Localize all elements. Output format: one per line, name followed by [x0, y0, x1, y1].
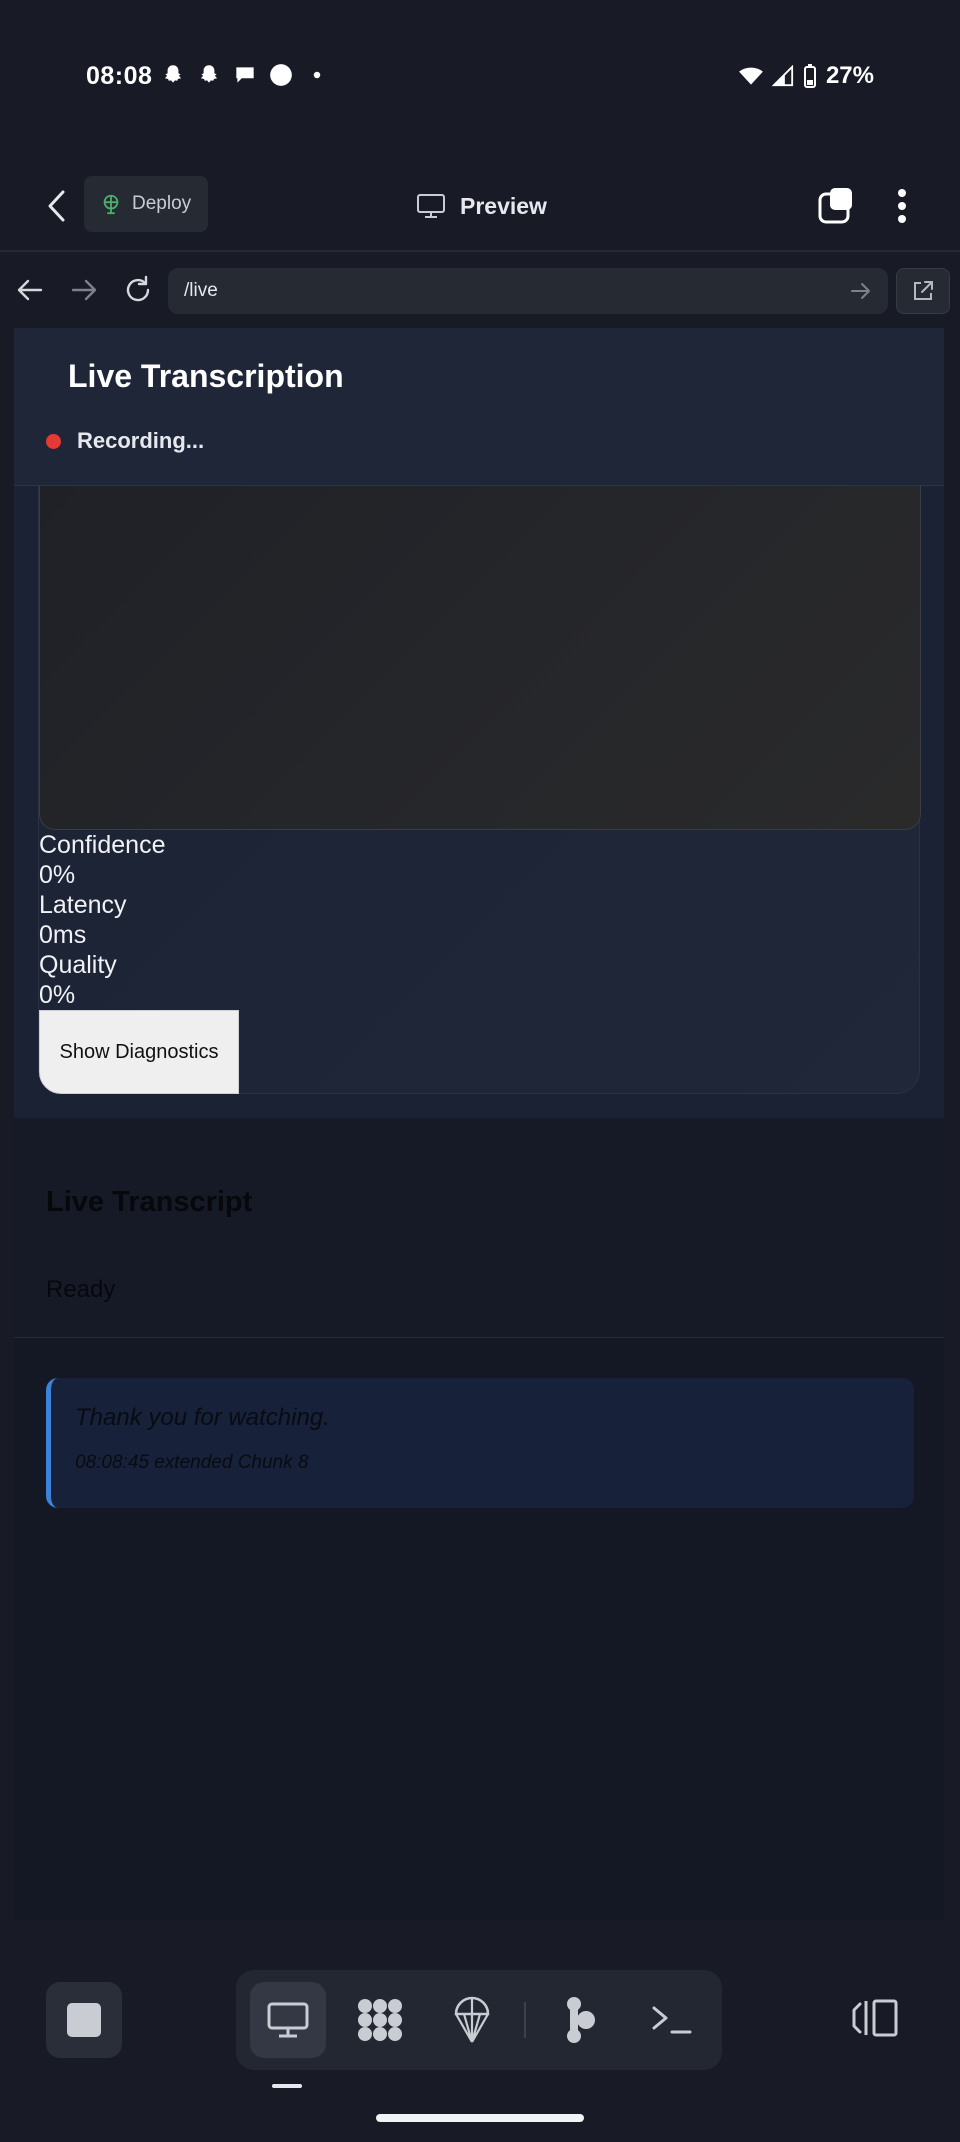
nav-terminal[interactable]: [634, 1982, 710, 2058]
browser-back-button[interactable]: [8, 266, 52, 314]
preview-icon: [267, 2002, 309, 2038]
transcript-entry: Thank you for watching. 08:08:45 extende…: [46, 1378, 914, 1508]
status-bar: 08:08 27%: [0, 0, 960, 155]
back-button[interactable]: [36, 182, 76, 230]
bottom-nav: [236, 1970, 722, 2070]
reload-button[interactable]: [116, 266, 160, 314]
recorder-section: Confidence 0% Latency 0ms Quality 0% Sho…: [14, 486, 944, 1118]
recording-status: Recording...: [77, 428, 205, 453]
panel-toggle-button[interactable]: [846, 1988, 906, 2048]
recording-dot-icon: [46, 433, 61, 449]
monitor-icon: [417, 194, 445, 218]
deploy-button[interactable]: Deploy: [84, 176, 208, 232]
terminal-icon: [652, 2006, 692, 2034]
notification-icons: [160, 62, 330, 88]
transcript-header: Live Transcript Ready: [14, 1118, 944, 1338]
web-preview: Live Transcription Recording... Confiden…: [14, 328, 944, 1920]
open-external-button[interactable]: [896, 268, 950, 314]
signal-icon: [771, 65, 794, 87]
transcript-status: Ready: [46, 1276, 116, 1303]
wifi-icon: [739, 67, 763, 85]
url-row: /live: [0, 262, 960, 318]
quality-label: Quality: [39, 951, 117, 979]
toolbar-divider: [0, 250, 960, 252]
show-diagnostics-button[interactable]: Show Diagnostics: [39, 1010, 239, 1094]
recording-indicator: Recording...: [46, 428, 204, 454]
status-time: 08:08: [86, 62, 153, 90]
latency-value: 0ms: [39, 921, 87, 949]
nav-agent[interactable]: [542, 1982, 618, 2058]
battery-icon: [803, 64, 816, 88]
circle-icon: [270, 64, 292, 86]
page-title: Live Transcription: [68, 358, 344, 394]
url-text: /live: [184, 280, 218, 301]
browser-forward-button[interactable]: [62, 266, 106, 314]
dot-icon: [313, 71, 321, 79]
nav-separator: [524, 2002, 526, 2038]
agent-icon: [567, 1997, 595, 2043]
app-toolbar: Deploy Preview: [0, 160, 960, 252]
transcript-title: Live Transcript: [46, 1186, 253, 1218]
stop-icon: [67, 2003, 101, 2037]
chat-icon: [236, 67, 254, 83]
page-header: Live Transcription Recording...: [14, 328, 944, 486]
reload-icon: [126, 275, 150, 302]
home-gesture-handle[interactable]: [376, 2114, 584, 2122]
confidence-value: 0%: [39, 861, 76, 889]
preview-title: Preview: [416, 182, 547, 230]
snapchat-icon: [200, 65, 218, 83]
preview-label: Preview: [460, 192, 547, 219]
snapchat-icon: [164, 65, 182, 83]
more-menu-button[interactable]: [880, 182, 924, 230]
transcript-entry-meta: 08:08:45 extended Chunk 8: [75, 1452, 309, 1473]
nav-preview[interactable]: [250, 1982, 326, 2058]
tabs-icon: [818, 188, 852, 224]
bottom-bar: [0, 1942, 960, 2142]
go-arrow-icon[interactable]: [848, 278, 874, 304]
status-right: 27%: [738, 62, 874, 90]
latency-label: Latency: [39, 891, 127, 919]
apps-icon: [358, 1999, 402, 2041]
deploy-icon: [454, 1996, 490, 2043]
confidence-label: Confidence: [39, 831, 166, 859]
visualizer-area: [39, 486, 921, 830]
stop-button[interactable]: [46, 1982, 122, 2058]
deploy-icon: [103, 194, 119, 215]
more-vert-icon: [898, 189, 906, 223]
split-view-icon: [852, 1999, 898, 2037]
transcript-entry-text: Thank you for watching.: [75, 1404, 330, 1431]
recorder-card: Confidence 0% Latency 0ms Quality 0% Sho…: [38, 486, 921, 1094]
url-input[interactable]: /live: [168, 268, 888, 314]
battery-percent: 27%: [825, 62, 874, 89]
chevron-left-icon: [48, 190, 65, 222]
deploy-label: Deploy: [132, 193, 192, 214]
arrow-left-icon: [17, 279, 43, 301]
nav-apps[interactable]: [342, 1982, 418, 2058]
active-nav-indicator: [272, 2084, 302, 2088]
arrow-right-icon: [71, 279, 97, 301]
stats-list: Confidence 0% Latency 0ms Quality 0%: [39, 830, 165, 1010]
nav-deploy[interactable]: [434, 1982, 510, 2058]
tabs-button[interactable]: [812, 182, 860, 230]
quality-value: 0%: [39, 981, 76, 1009]
external-link-icon: [914, 281, 933, 300]
